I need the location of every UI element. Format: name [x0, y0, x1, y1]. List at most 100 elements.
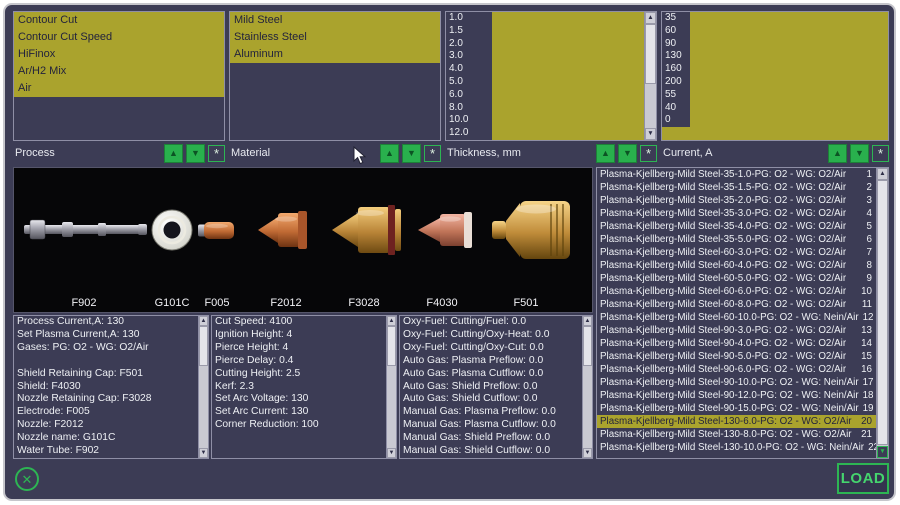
material-down-button[interactable]: ▼: [402, 144, 421, 163]
scrollbar-thumb[interactable]: [645, 24, 656, 84]
current-list-item[interactable]: 0: [662, 114, 690, 127]
record-row[interactable]: Plasma-Kjellberg-Mild Steel-35-4.0-PG: O…: [597, 220, 888, 233]
cutchart-record-list[interactable]: Plasma-Kjellberg-Mild Steel-35-1.0-PG: O…: [596, 167, 889, 459]
scroll-down-icon[interactable]: ▼: [387, 448, 396, 458]
current-list-item[interactable]: 35: [662, 12, 690, 25]
scroll-down-icon[interactable]: ▼: [583, 448, 592, 458]
scrollbar-thumb[interactable]: [877, 180, 888, 445]
record-row[interactable]: Plasma-Kjellberg-Mild Steel-60-4.0-PG: O…: [597, 259, 888, 272]
current-down-button[interactable]: ▼: [850, 144, 869, 163]
record-row[interactable]: Plasma-Kjellberg-Mild Steel-60-5.0-PG: O…: [597, 272, 888, 285]
material-star-button[interactable]: *: [424, 145, 441, 162]
thickness-list-item[interactable]: 1.0: [446, 12, 492, 25]
process-list[interactable]: Contour CutContour Cut SpeedHiFinoxAr/H2…: [13, 11, 225, 141]
thickness-star-button[interactable]: *: [640, 145, 657, 162]
load-button[interactable]: LOAD: [837, 463, 889, 494]
record-row[interactable]: Plasma-Kjellberg-Mild Steel-130-10.0-PG:…: [597, 441, 888, 454]
scroll-up-icon[interactable]: ▲: [877, 168, 888, 180]
process-list-item[interactable]: Ar/H2 Mix: [14, 63, 224, 80]
scrollbar-thumb[interactable]: [583, 326, 592, 366]
record-row[interactable]: Plasma-Kjellberg-Mild Steel-90-5.0-PG: O…: [597, 350, 888, 363]
record-row[interactable]: Plasma-Kjellberg-Mild Steel-35-3.0-PG: O…: [597, 207, 888, 220]
material-list-item[interactable]: Stainless Steel: [230, 29, 440, 46]
process-info-scrollbar[interactable]: ▲ ▼: [198, 316, 208, 458]
thickness-list-item[interactable]: 3.0: [446, 50, 492, 63]
material-list[interactable]: Mild SteelStainless SteelAluminum: [229, 11, 441, 141]
material-list-item[interactable]: Mild Steel: [230, 12, 440, 29]
record-row[interactable]: Plasma-Kjellberg-Mild Steel-35-1.0-PG: O…: [597, 168, 888, 181]
process-down-button[interactable]: ▼: [186, 144, 205, 163]
record-text: Plasma-Kjellberg-Mild Steel-90-5.0-PG: O…: [600, 350, 846, 363]
current-up-button[interactable]: ▲: [828, 144, 847, 163]
records-scrollbar[interactable]: ▲ ▼: [876, 168, 888, 458]
current-buttons: ▲ ▼ *: [828, 144, 889, 163]
current-list[interactable]: 35609013016020055400: [661, 11, 889, 141]
scroll-down-icon[interactable]: ▼: [877, 446, 888, 458]
record-row[interactable]: Plasma-Kjellberg-Mild Steel-90-4.0-PG: O…: [597, 337, 888, 350]
record-row[interactable]: Plasma-Kjellberg-Mild Steel-60-6.0-PG: O…: [597, 285, 888, 298]
current-list-item[interactable]: 60: [662, 25, 690, 38]
record-row[interactable]: Plasma-Kjellberg-Mild Steel-60-8.0-PG: O…: [597, 298, 888, 311]
info-line: Gases: PG: O2 - WG: O2/Air: [14, 342, 208, 355]
current-list-item[interactable]: 200: [662, 76, 690, 89]
current-list-item[interactable]: 90: [662, 38, 690, 51]
current-list-item[interactable]: 55: [662, 89, 690, 102]
scrollbar-thumb[interactable]: [387, 326, 396, 366]
thickness-list-item[interactable]: 12.0: [446, 127, 492, 140]
record-row[interactable]: Plasma-Kjellberg-Mild Steel-90-10.0-PG: …: [597, 376, 888, 389]
record-row[interactable]: Plasma-Kjellberg-Mild Steel-90-6.0-PG: O…: [597, 363, 888, 376]
thickness-list[interactable]: 1.01.52.03.04.05.06.08.010.012.0 ▲ ▼: [445, 11, 657, 141]
close-button[interactable]: ✕: [15, 467, 39, 491]
process-star-button[interactable]: *: [208, 145, 225, 162]
scroll-up-icon[interactable]: ▲: [199, 316, 208, 326]
down-arrow-icon: ▼: [855, 148, 864, 158]
thickness-list-item[interactable]: 5.0: [446, 76, 492, 89]
material-up-button[interactable]: ▲: [380, 144, 399, 163]
record-row[interactable]: Plasma-Kjellberg-Mild Steel-90-12.0-PG: …: [597, 389, 888, 402]
material-list-item[interactable]: Aluminum: [230, 46, 440, 63]
consumable-label: G101C: [155, 297, 190, 309]
info-line: Manual Gas: Shield Cutflow: 0.0: [400, 445, 592, 458]
process-list-item[interactable]: HiFinox: [14, 46, 224, 63]
record-number: 16: [857, 363, 872, 376]
info-line: Manual Gas: Shield Preflow: 0.0: [400, 432, 592, 445]
scroll-up-icon[interactable]: ▲: [387, 316, 396, 326]
record-row[interactable]: Plasma-Kjellberg-Mild Steel-130-8.0-PG: …: [597, 428, 888, 441]
record-row[interactable]: Plasma-Kjellberg-Mild Steel-90-15.0-PG: …: [597, 402, 888, 415]
record-row[interactable]: Plasma-Kjellberg-Mild Steel-60-10.0-PG: …: [597, 311, 888, 324]
current-list-item[interactable]: 40: [662, 102, 690, 115]
record-row[interactable]: Plasma-Kjellberg-Mild Steel-60-3.0-PG: O…: [597, 246, 888, 259]
process-list-item[interactable]: Contour Cut: [14, 12, 224, 29]
thickness-up-button[interactable]: ▲: [596, 144, 615, 163]
process-list-item[interactable]: Air: [14, 80, 224, 97]
thickness-list-item[interactable]: 4.0: [446, 63, 492, 76]
scroll-down-icon[interactable]: ▼: [645, 128, 656, 140]
record-number: 15: [857, 350, 872, 363]
info-line: Water Tube: F902: [14, 445, 208, 458]
thickness-list-item[interactable]: 1.5: [446, 25, 492, 38]
cut-params-scrollbar[interactable]: ▲ ▼: [386, 316, 396, 458]
thickness-list-item[interactable]: 8.0: [446, 102, 492, 115]
thickness-list-item[interactable]: 6.0: [446, 89, 492, 102]
process-column: Contour CutContour Cut SpeedHiFinoxAr/H2…: [13, 11, 225, 165]
record-row[interactable]: Plasma-Kjellberg-Mild Steel-35-2.0-PG: O…: [597, 194, 888, 207]
process-list-item[interactable]: Contour Cut Speed: [14, 29, 224, 46]
current-list-item[interactable]: 160: [662, 63, 690, 76]
gas-params-scrollbar[interactable]: ▲ ▼: [582, 316, 592, 458]
scroll-down-icon[interactable]: ▼: [199, 448, 208, 458]
thickness-scrollbar[interactable]: ▲ ▼: [644, 12, 656, 140]
record-row-selected[interactable]: Plasma-Kjellberg-Mild Steel-130-6.0-PG: …: [597, 415, 888, 428]
scrollbar-thumb[interactable]: [199, 326, 208, 366]
record-row[interactable]: Plasma-Kjellberg-Mild Steel-35-1.5-PG: O…: [597, 181, 888, 194]
scroll-up-icon[interactable]: ▲: [645, 12, 656, 24]
process-up-button[interactable]: ▲: [164, 144, 183, 163]
scroll-up-icon[interactable]: ▲: [583, 316, 592, 326]
thickness-list-item[interactable]: 10.0: [446, 114, 492, 127]
record-row[interactable]: Plasma-Kjellberg-Mild Steel-35-5.0-PG: O…: [597, 233, 888, 246]
current-list-item[interactable]: 130: [662, 50, 690, 63]
thickness-list-item[interactable]: 2.0: [446, 38, 492, 51]
record-text: Plasma-Kjellberg-Mild Steel-60-3.0-PG: O…: [600, 246, 846, 259]
current-star-button[interactable]: *: [872, 145, 889, 162]
thickness-down-button[interactable]: ▼: [618, 144, 637, 163]
record-row[interactable]: Plasma-Kjellberg-Mild Steel-90-3.0-PG: O…: [597, 324, 888, 337]
